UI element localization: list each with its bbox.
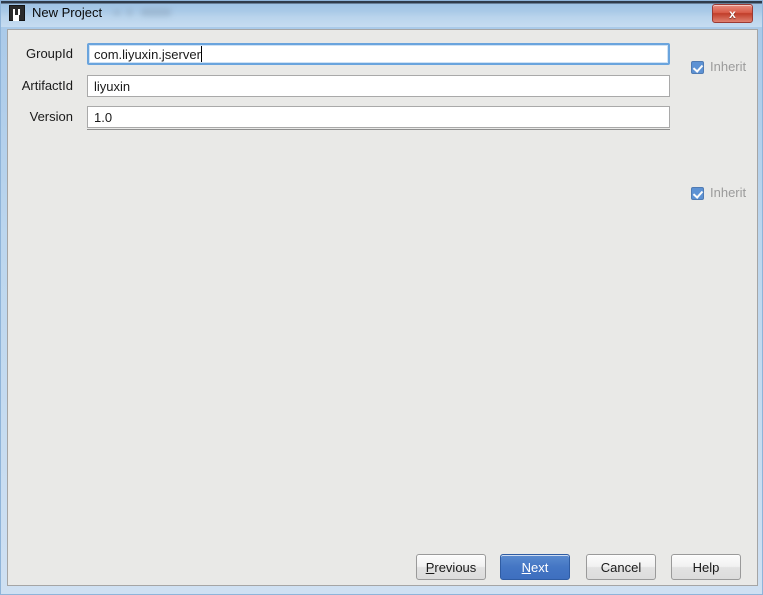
checkbox-icon[interactable]	[691, 60, 704, 74]
intellij-idea-icon	[9, 5, 25, 21]
next-button-label: Next	[521, 559, 549, 575]
title-bar-left: New Project	[9, 5, 102, 21]
version-input[interactable]	[87, 106, 670, 128]
version-inherit-checkbox[interactable]: Inherit	[691, 182, 746, 204]
panel-divider	[87, 129, 670, 130]
titlebar-blur-artifact	[113, 6, 213, 20]
next-button[interactable]: Next	[500, 554, 570, 580]
close-button[interactable]: x	[712, 4, 753, 23]
close-icon: x	[729, 6, 736, 21]
version-inherit-label: Inherit	[710, 185, 747, 200]
dialog-button-bar: Previous Next Cancel Help	[8, 554, 757, 585]
checkbox-icon[interactable]	[691, 186, 704, 200]
new-project-dialog-window: New Project x GroupId Inherit ArtifactId	[0, 0, 763, 595]
help-button[interactable]: Help	[671, 554, 741, 580]
dialog-content: GroupId Inherit ArtifactId Version Inher…	[7, 29, 758, 586]
previous-button-label: Previous	[425, 559, 477, 575]
form-row-artifactid: ArtifactId	[8, 75, 757, 97]
form-row-version: Version Inherit	[8, 106, 757, 200]
help-button-label: Help	[692, 559, 720, 575]
cancel-button-label: Cancel	[600, 559, 642, 575]
groupid-input[interactable]	[87, 43, 670, 65]
version-label: Version	[29, 109, 73, 124]
cancel-button[interactable]: Cancel	[586, 554, 656, 580]
artifactid-label: ArtifactId	[21, 78, 73, 93]
artifactid-input[interactable]	[87, 75, 670, 97]
form-row-groupid: GroupId Inherit	[8, 43, 757, 74]
title-bar[interactable]: New Project x	[1, 1, 762, 27]
previous-button[interactable]: Previous	[416, 554, 486, 580]
text-caret	[200, 46, 202, 62]
window-title: New Project	[32, 5, 103, 20]
groupid-label: GroupId	[26, 46, 73, 61]
